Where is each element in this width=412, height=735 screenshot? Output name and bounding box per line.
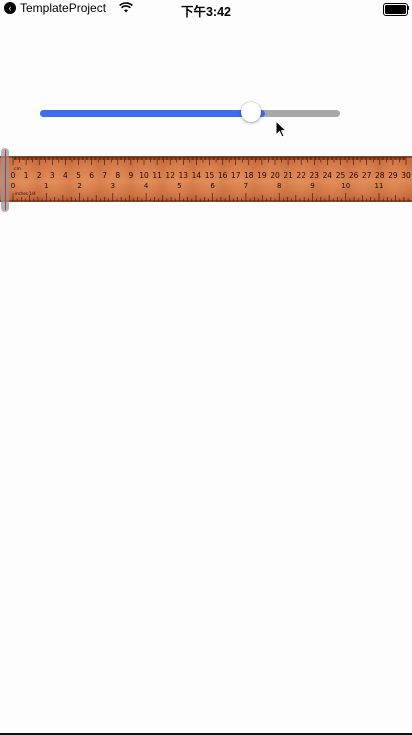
cm-label-20: 20 <box>270 171 280 180</box>
inch-label-3: 3 <box>111 182 115 190</box>
cm-label-27: 27 <box>362 171 372 180</box>
cm-label-19: 19 <box>257 171 267 180</box>
cm-label-14: 14 <box>192 171 202 180</box>
cm-label-26: 26 <box>349 171 359 180</box>
status-time: 下午3:42 <box>180 5 232 19</box>
cm-label-1: 1 <box>24 171 29 180</box>
inch-label-6: 6 <box>210 182 215 190</box>
slider-fill <box>40 109 265 117</box>
cm-label-25: 25 <box>336 171 346 180</box>
ruler-drag-handle[interactable] <box>1 148 9 212</box>
ruler-unit-cm: cm <box>14 167 21 172</box>
ruler-unit-inches: inches 1/4 <box>15 191 36 196</box>
value-slider[interactable] <box>40 102 340 124</box>
cm-label-23: 23 <box>310 171 320 180</box>
ruler-bottom-edge <box>0 200 412 202</box>
inch-label-2: 2 <box>77 182 81 190</box>
inch-label-7: 7 <box>244 182 248 190</box>
cm-label-9: 9 <box>129 171 134 180</box>
ruler-top-edge <box>0 156 412 158</box>
inch-label-9: 9 <box>310 182 314 190</box>
inch-label-10: 10 <box>341 182 350 190</box>
slider-thumb[interactable] <box>241 102 261 122</box>
cm-label-29: 29 <box>388 171 398 180</box>
cm-label-8: 8 <box>115 171 120 180</box>
inch-label-4: 4 <box>144 182 149 190</box>
cm-label-3: 3 <box>50 171 55 180</box>
battery-tip <box>407 6 409 10</box>
cm-label-5: 5 <box>76 171 81 180</box>
cm-label-17: 17 <box>231 171 241 180</box>
cm-label-4: 4 <box>63 171 68 180</box>
cm-label-22: 22 <box>296 171 306 180</box>
battery-icon <box>383 3 408 16</box>
inch-label-0: 0 <box>11 182 15 190</box>
cm-label-10: 10 <box>139 171 149 180</box>
cm-label-12: 12 <box>165 171 175 180</box>
cm-label-28: 28 <box>375 171 385 180</box>
ruler-marker-line <box>4 150 6 210</box>
cm-label-15: 15 <box>205 171 215 180</box>
cm-label-11: 11 <box>152 171 162 180</box>
cm-label-2: 2 <box>37 171 42 180</box>
ruler-image[interactable]: 0 1 2 3 4 5 6 7 8 9 10 11 12 13 14 15 16 17 18 19 20 21 22 23 24… <box>0 156 412 202</box>
inch-label-11: 11 <box>375 182 384 190</box>
cm-label-16: 16 <box>218 171 228 180</box>
inch-label-5: 5 <box>177 182 181 190</box>
cm-label-6: 6 <box>89 171 94 180</box>
cm-label-18: 18 <box>244 171 254 180</box>
status-bar: ‹ TemplateProject 下午3:42 <box>0 0 412 19</box>
inch-label-1: 1 <box>44 182 48 190</box>
cm-label-7: 7 <box>102 171 107 180</box>
cm-label-24: 24 <box>323 171 333 180</box>
cm-label-13: 13 <box>179 171 189 180</box>
ruler-scale: 0 1 2 3 4 5 6 7 8 9 10 11 12 13 14 15 16 17 18 19 20 21 22 23 24… <box>0 156 412 202</box>
cm-label-21: 21 <box>283 171 293 180</box>
cm-label-30: 30 <box>401 171 411 180</box>
inch-label-8: 8 <box>277 182 281 190</box>
cm-label-0: 0 <box>11 171 16 180</box>
